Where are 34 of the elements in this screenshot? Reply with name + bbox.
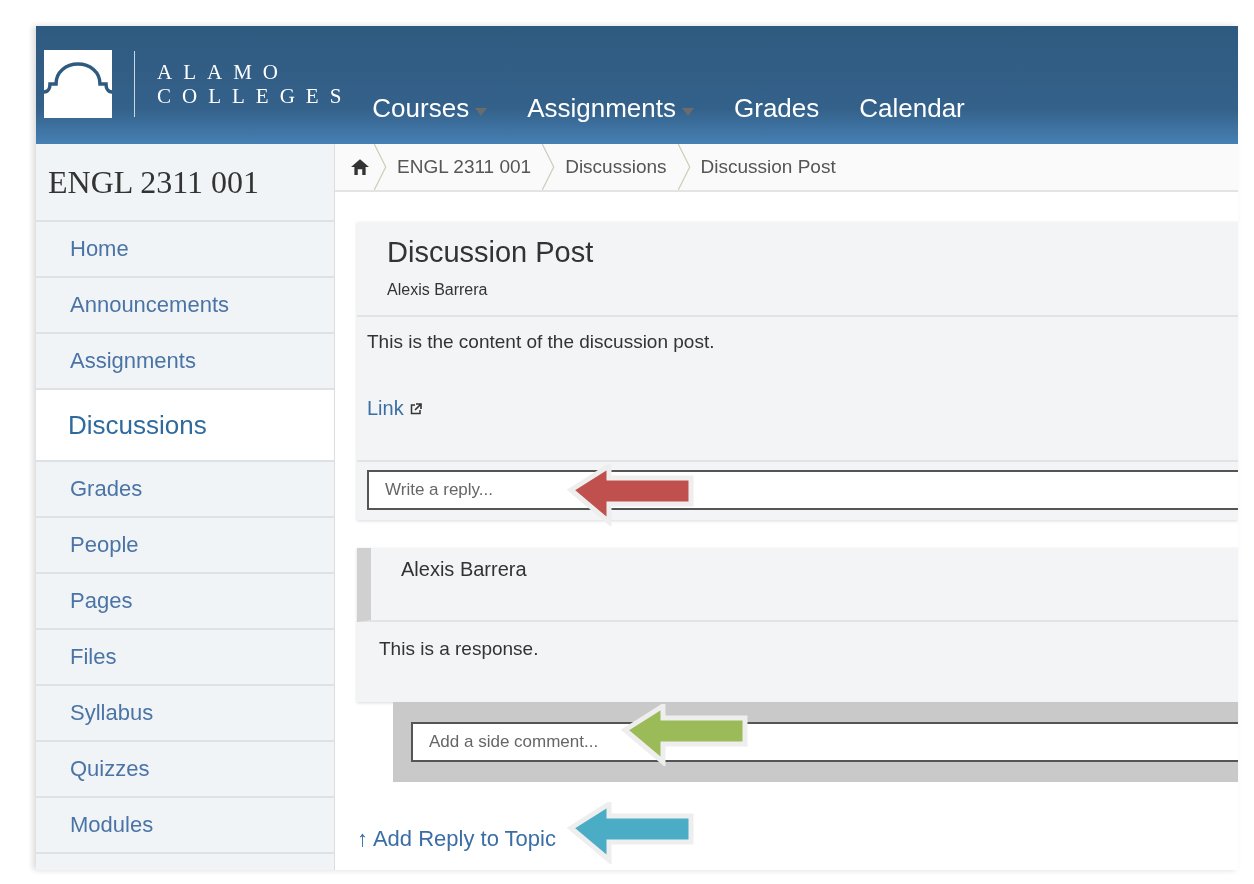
sidebar-item[interactable]: Modules	[36, 798, 334, 854]
chevron-separator-icon	[676, 144, 691, 190]
logo-icon	[44, 50, 112, 118]
post-title: Discussion Post	[387, 236, 595, 269]
chevron-separator-icon	[541, 144, 556, 190]
sidebar-item[interactable]: Files	[36, 630, 334, 686]
breadcrumb-link[interactable]: Discussion Post	[690, 156, 846, 178]
sidebar-item[interactable]: Pages	[36, 574, 334, 630]
sidebar-item[interactable]: Grades	[36, 462, 334, 518]
breadcrumb-link[interactable]: Discussions	[555, 156, 677, 178]
nav-link[interactable]: Calendar	[859, 93, 965, 124]
sidebar-item[interactable]: Discussions	[36, 390, 334, 462]
add-reply-link[interactable]: ↑ Add Reply to Topic	[357, 826, 556, 851]
sidebar-item[interactable]: Announcements	[36, 278, 334, 334]
sidebar-item[interactable]: Home	[36, 222, 334, 278]
external-link-icon	[409, 403, 422, 415]
response-author: Alexis Barrera	[401, 558, 527, 580]
side-comment-field[interactable]: Add a side comment...	[411, 722, 1238, 762]
nav-link[interactable]: Assignments	[527, 93, 694, 124]
breadcrumb-link[interactable]: ENGL 2311 001	[387, 156, 542, 178]
sidebar-item[interactable]: People	[36, 518, 334, 574]
home-icon[interactable]	[351, 159, 369, 175]
response-text: This is a response.	[379, 638, 539, 659]
nav-link[interactable]: Courses	[372, 93, 488, 124]
sidebar-item[interactable]: Quizzes	[36, 742, 334, 798]
post-text: This is the content of the discussion post.	[367, 331, 716, 353]
post-link[interactable]: Link	[367, 397, 404, 419]
sidebar-item[interactable]: Syllabus	[36, 686, 334, 742]
logo-text: ALAMO	[157, 60, 289, 84]
nav-link[interactable]: Grades	[734, 93, 820, 124]
logo-text: COLLEGES	[157, 84, 353, 108]
course-title: ENGL 2311 001	[36, 144, 334, 222]
chevron-separator-icon	[373, 144, 387, 190]
post-author: Alexis Barrera	[387, 281, 489, 299]
